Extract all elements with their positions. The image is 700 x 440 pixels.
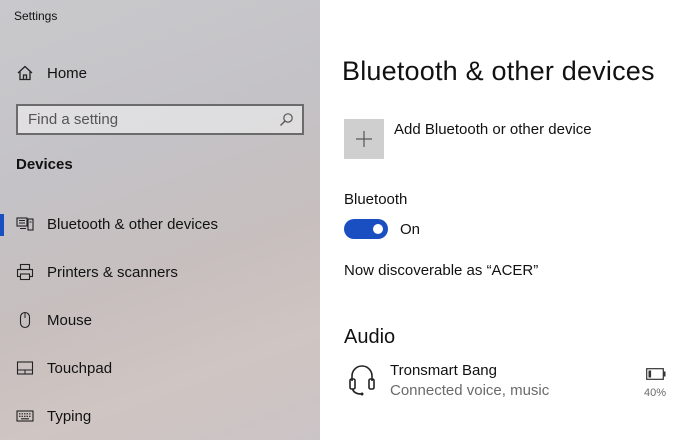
main-content: Bluetooth & other devices Add Bluetooth … — [320, 0, 700, 440]
device-name: Tronsmart Bang — [390, 362, 497, 379]
add-device-button[interactable] — [344, 119, 384, 159]
sidebar: Settings Home Devices Bluetooth & other … — [0, 0, 320, 440]
sidebar-item-label: Printers & scanners — [47, 263, 178, 281]
home-icon — [17, 65, 33, 81]
search-input[interactable] — [28, 111, 278, 128]
bluetooth-state: On — [400, 221, 421, 238]
sidebar-item-touchpad[interactable]: Touchpad — [0, 348, 320, 388]
battery-percentage: 40% — [643, 387, 667, 399]
sidebar-item-printers[interactable]: Printers & scanners — [0, 252, 320, 292]
bluetooth-toggle[interactable] — [344, 219, 388, 239]
sidebar-item-typing[interactable]: Typing — [0, 396, 320, 436]
page-title: Bluetooth & other devices — [342, 56, 655, 86]
discoverable-text: Now discoverable as “ACER” — [344, 262, 539, 279]
search-box[interactable] — [16, 104, 304, 135]
add-device-label[interactable]: Add Bluetooth or other device — [394, 121, 592, 138]
search-icon[interactable] — [278, 112, 294, 128]
audio-heading: Audio — [344, 326, 396, 348]
toggle-knob — [373, 224, 383, 234]
mouse-icon — [19, 311, 31, 329]
home-link[interactable]: Home — [16, 62, 87, 84]
device-status: Connected voice, music — [390, 382, 550, 399]
selected-indicator — [0, 214, 4, 236]
sidebar-item-label: Mouse — [47, 311, 93, 329]
sidebar-item-label: Typing — [47, 407, 92, 425]
battery-icon — [646, 368, 666, 380]
keyboard-icon — [16, 410, 34, 422]
bluetooth-devices-icon — [16, 217, 34, 231]
plus-icon — [356, 131, 372, 147]
audio-device-item[interactable]: Tronsmart Bang Connected voice, music 40… — [344, 356, 684, 406]
sidebar-item-label: Bluetooth & other devices — [47, 215, 218, 233]
sidebar-item-mouse[interactable]: Mouse — [0, 300, 320, 340]
printer-icon — [16, 263, 34, 281]
window-title: Settings — [14, 9, 58, 23]
bluetooth-label: Bluetooth — [344, 191, 408, 208]
sidebar-item-label: Touchpad — [47, 359, 113, 377]
section-heading-devices: Devices — [16, 156, 73, 173]
touchpad-icon — [16, 361, 34, 375]
sidebar-item-bluetooth[interactable]: Bluetooth & other devices — [0, 204, 320, 244]
home-label: Home — [47, 64, 88, 82]
headset-icon — [349, 365, 375, 396]
